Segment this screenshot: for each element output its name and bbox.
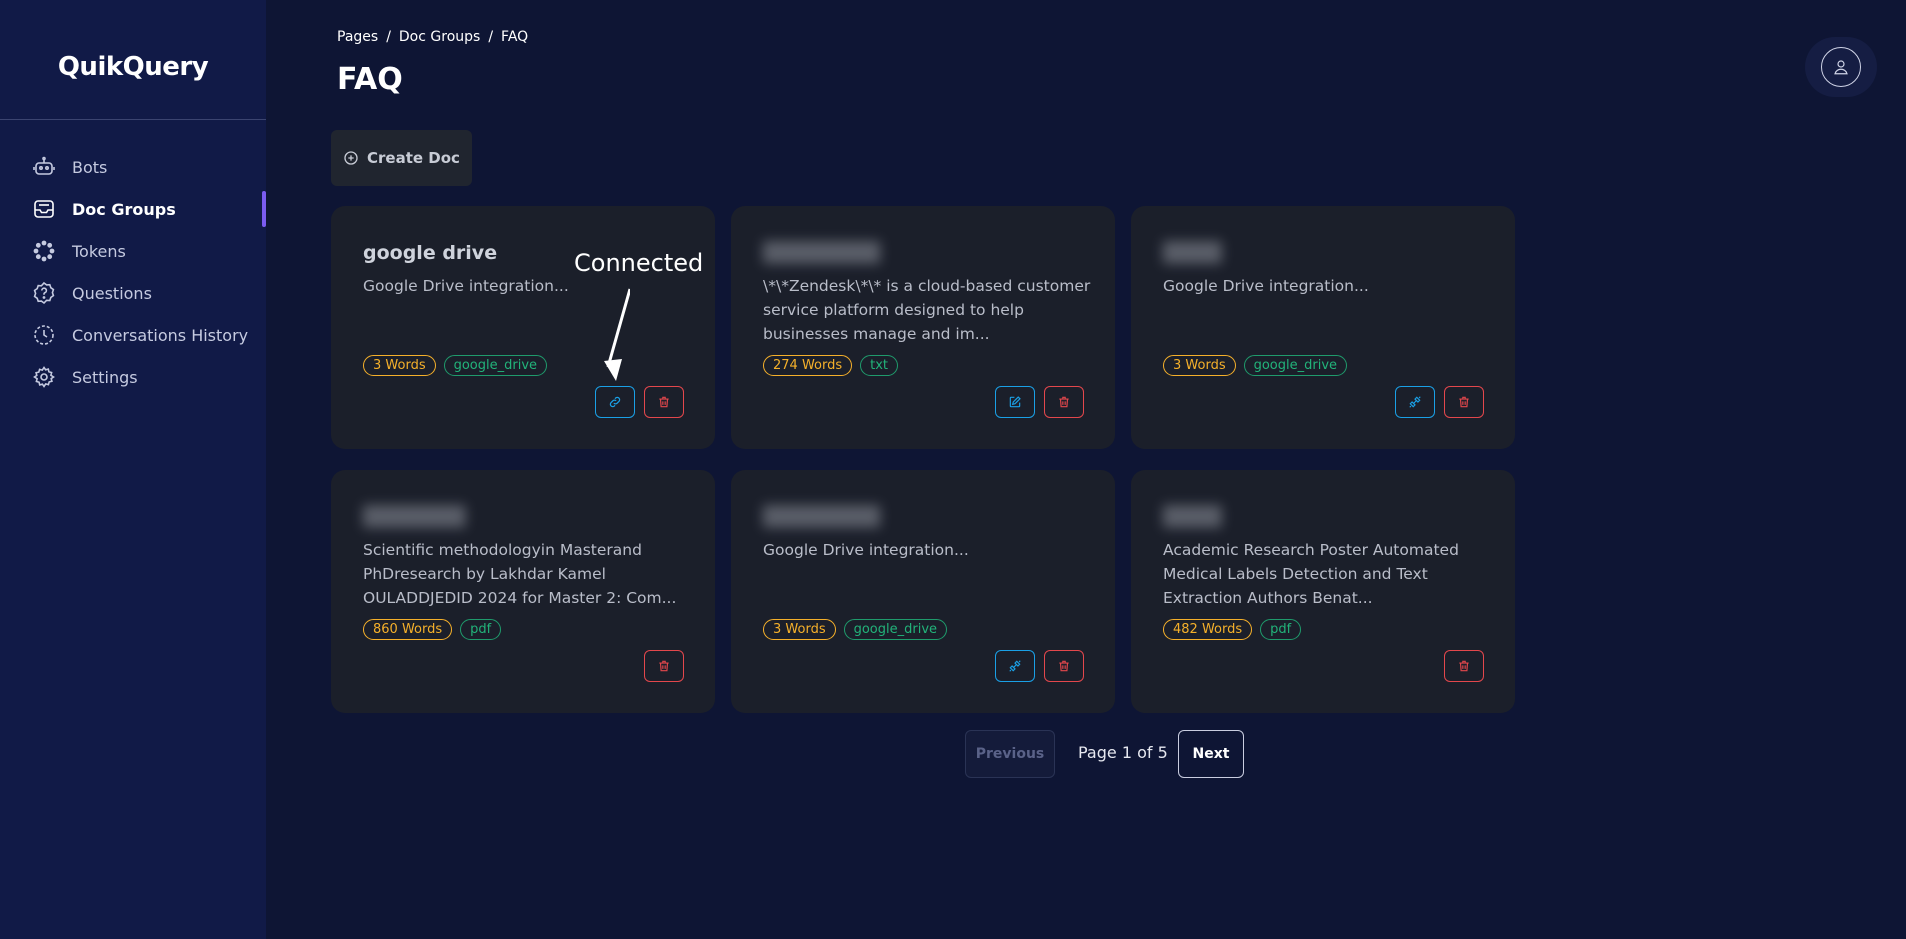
sidebar-item-tokens[interactable]: Tokens [0,230,266,272]
doc-card[interactable]: google drive Google Drive integration...… [331,206,715,449]
source-type-badge: pdf [1260,619,1302,640]
user-icon [1834,60,1848,75]
create-doc-button[interactable]: Create Doc [331,130,472,186]
doc-card-description: Academic Research Poster Automated Medic… [1163,541,1459,607]
source-type-badge: pdf [460,619,502,640]
sidebar-item-questions[interactable]: Questions [0,272,266,314]
breadcrumb-separator: / [386,29,391,45]
sidebar: QuikQuery Bots Doc Groups Tokens Questio… [0,0,266,939]
unlink-icon [1009,660,1021,672]
doc-card-description: Google Drive integration... [363,277,569,295]
trash-icon [1059,660,1069,672]
delete-button[interactable] [644,650,684,682]
source-type-badge: google_drive [443,355,548,376]
annotation-arrow [604,288,630,381]
edit-button[interactable] [995,386,1035,418]
trash-icon [659,660,669,672]
link-icon [609,396,621,408]
question-icon [32,281,56,305]
doc-card-title: ███████ [363,506,466,528]
trash-icon [1059,396,1069,408]
trash-icon [1459,660,1469,672]
word-count-badge: 482 Words [1163,619,1253,640]
word-count-badge: 860 Words [363,619,453,640]
word-count-badge: 3 Words [363,355,436,376]
word-count-badge: 3 Words [1163,355,1236,376]
tokens-icon [32,239,56,263]
sidebar-item-label: Questions [72,283,152,303]
source-type-badge: txt [860,355,899,376]
breadcrumb: Pages / Doc Groups / FAQ [337,29,528,45]
inbox-icon [32,197,56,221]
brand-logo[interactable]: QuikQuery [0,52,266,82]
breadcrumb-item-doc-groups[interactable]: Doc Groups [399,29,480,45]
sidebar-divider [0,119,266,120]
history-icon [32,323,56,347]
delete-button[interactable] [644,386,684,418]
unlink-icon [1409,396,1421,408]
source-type-badge: google_drive [1243,355,1348,376]
delete-button[interactable] [1044,650,1084,682]
user-menu-button[interactable] [1805,37,1877,97]
doc-card-description: Google Drive integration... [763,541,969,559]
previous-page-button[interactable]: Previous [965,730,1055,778]
source-type-badge: google_drive [843,619,948,640]
doc-card-title: ████ [1163,242,1222,264]
doc-card[interactable]: ████████ \*\*Zendesk\*\* is a cloud-base… [731,206,1115,449]
breadcrumb-item-pages[interactable]: Pages [337,29,378,45]
delete-button[interactable] [1444,386,1484,418]
plus-circle-icon [344,151,358,165]
delete-button[interactable] [1044,386,1084,418]
sidebar-nav: Bots Doc Groups Tokens Questions Convers… [0,146,266,398]
doc-card-description: \*\*Zendesk\*\* is a cloud-based custome… [763,277,1091,343]
doc-card[interactable]: ███████ Scientific methodologyin Mastera… [331,470,715,713]
next-page-button[interactable]: Next [1178,730,1244,778]
word-count-badge: 274 Words [763,355,853,376]
page-title: FAQ [337,62,403,97]
sidebar-item-label: Bots [72,157,108,177]
disconnect-button[interactable] [995,650,1035,682]
connect-button[interactable] [595,386,635,418]
sidebar-item-label: Doc Groups [72,199,176,219]
trash-icon [1459,396,1469,408]
doc-card-title: ████ [1163,506,1222,528]
sidebar-item-conversations-history[interactable]: Conversations History [0,314,266,356]
doc-card-description: Scientific methodologyin Masterand PhDre… [363,541,677,607]
sidebar-item-doc-groups[interactable]: Doc Groups [0,188,266,230]
delete-button[interactable] [1444,650,1484,682]
doc-card[interactable]: ████████ Google Drive integration... 3 W… [731,470,1115,713]
doc-card-title: ████████ [763,506,880,528]
doc-card-title: ████████ [763,242,880,264]
avatar [1821,47,1861,87]
doc-card-description: Google Drive integration... [1163,277,1369,295]
edit-icon [1009,396,1021,408]
sidebar-item-label: Conversations History [72,325,249,345]
trash-icon [659,396,669,408]
breadcrumb-item-current: FAQ [501,29,529,45]
disconnect-button[interactable] [1395,386,1435,418]
doc-card-title: google drive [363,242,498,264]
page-indicator: Page 1 of 5 [1078,743,1168,762]
gear-icon [32,365,56,389]
sidebar-item-label: Tokens [72,241,126,261]
sidebar-item-settings[interactable]: Settings [0,356,266,398]
doc-card[interactable]: ████ Google Drive integration... 3 Words… [1131,206,1515,449]
robot-icon [32,155,56,179]
doc-card[interactable]: ████ Academic Research Poster Automated … [1131,470,1515,713]
sidebar-item-bots[interactable]: Bots [0,146,266,188]
connected-annotation: Connected [574,249,704,277]
breadcrumb-separator: / [488,29,494,45]
sidebar-item-label: Settings [72,367,138,387]
create-doc-label: Create Doc [367,149,460,167]
word-count-badge: 3 Words [763,619,836,640]
